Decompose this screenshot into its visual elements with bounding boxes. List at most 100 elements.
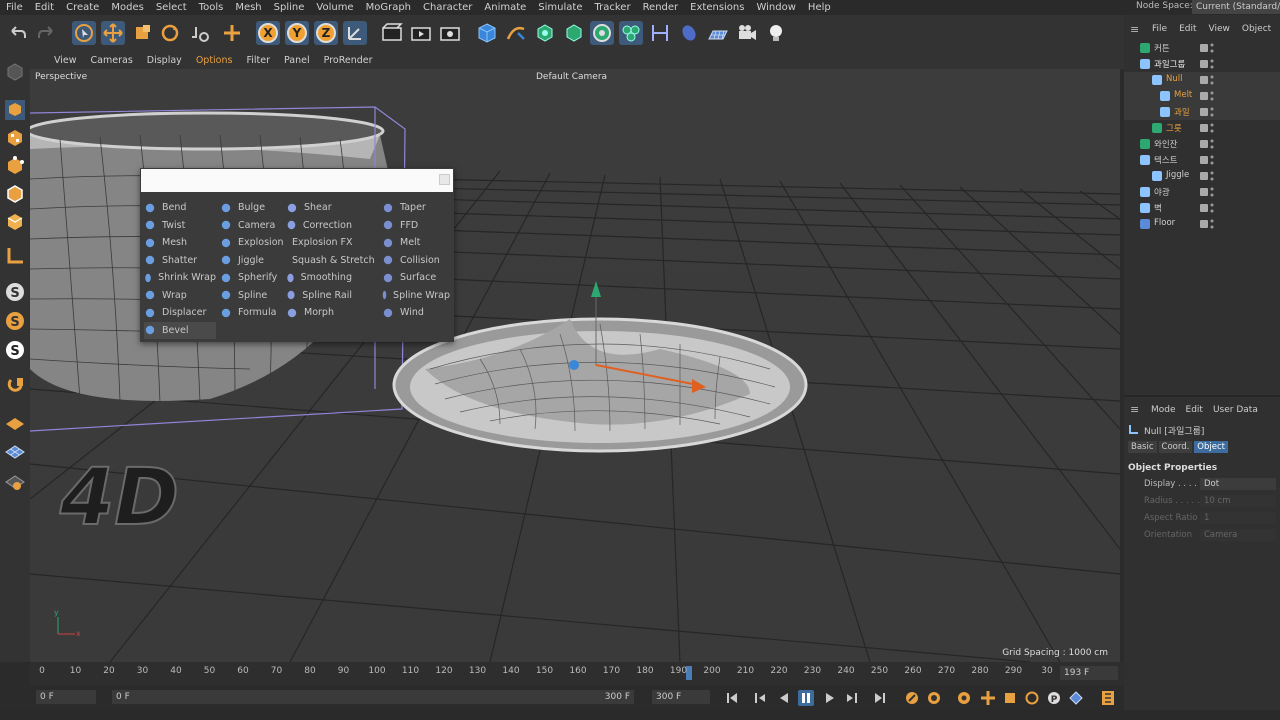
key-pla-icon[interactable] <box>1068 690 1084 706</box>
object-row[interactable]: 과일그룹 <box>1124 56 1280 72</box>
deformer-taper[interactable]: Taper <box>382 199 450 216</box>
tab-object[interactable]: Object <box>1194 441 1228 453</box>
deformer-formula[interactable]: Formula <box>220 304 286 321</box>
end-frame-field[interactable]: 300 F <box>652 690 710 704</box>
texture-mode-icon[interactable] <box>3 126 27 150</box>
deformer-twist[interactable]: Twist <box>144 217 216 234</box>
z-axis-lock-icon[interactable]: Z <box>314 21 338 45</box>
deformer-bevel[interactable]: Bevel <box>144 321 216 339</box>
tab-coord[interactable]: Coord. <box>1158 441 1193 453</box>
object-row[interactable]: Melt <box>1124 88 1280 104</box>
deformer-explosion-fx[interactable]: Explosion FX <box>286 234 353 251</box>
go-to-start-icon[interactable] <box>724 690 740 706</box>
active-camera-label[interactable]: Default Camera <box>536 72 607 82</box>
undo-icon[interactable] <box>6 21 30 45</box>
deformer-icon[interactable] <box>648 21 672 45</box>
attribute-menu-edit[interactable]: Edit <box>1181 405 1208 415</box>
object-row[interactable]: 커튼 <box>1124 40 1280 56</box>
x-axis-lock-icon[interactable]: X <box>256 21 280 45</box>
floor-environment-icon[interactable] <box>706 21 730 45</box>
deformer-spline[interactable]: Spline <box>220 287 286 304</box>
add-tool-icon[interactable] <box>220 21 244 45</box>
object-layer-checkbox[interactable] <box>1200 76 1208 84</box>
visibility-dots-icon[interactable] <box>1210 138 1214 150</box>
menu-mesh[interactable]: Mesh <box>229 2 267 13</box>
visibility-dots-icon[interactable] <box>1210 122 1214 134</box>
current-frame-field[interactable]: 193 F <box>1060 666 1118 680</box>
node-space-dropdown[interactable]: Current (Standard/P <box>1192 0 1280 14</box>
object-layer-checkbox[interactable] <box>1200 60 1208 68</box>
viewport-menu-options[interactable]: Options <box>189 55 240 66</box>
make-editable-icon[interactable] <box>3 60 27 84</box>
snap-settings-icon[interactable]: S <box>3 309 27 333</box>
menu-animate[interactable]: Animate <box>478 2 532 13</box>
property-aspect-ratio-value[interactable]: 1 <box>1200 512 1276 524</box>
deformer-bend[interactable]: Bend <box>144 199 216 216</box>
menu-tools[interactable]: Tools <box>193 2 230 13</box>
viewport-menu-cameras[interactable]: Cameras <box>84 55 140 66</box>
visibility-dots-icon[interactable] <box>1210 186 1214 198</box>
uv-mode-icon[interactable] <box>3 244 27 268</box>
menu-spline[interactable]: Spline <box>268 2 311 13</box>
recent-tool-icon[interactable] <box>188 21 212 45</box>
hamburger-icon[interactable]: ≡ <box>1130 23 1142 36</box>
key-parameter-icon[interactable]: P <box>1046 690 1062 706</box>
visibility-dots-icon[interactable] <box>1210 90 1214 102</box>
subdivision-surface-icon[interactable] <box>533 21 557 45</box>
previous-key-icon[interactable] <box>752 690 768 706</box>
menu-help[interactable]: Help <box>802 2 837 13</box>
object-layer-checkbox[interactable] <box>1200 44 1208 52</box>
menu-create[interactable]: Create <box>60 2 105 13</box>
deformer-collision[interactable]: Collision <box>382 252 450 269</box>
mograph-effector-icon[interactable] <box>619 21 643 45</box>
viewport-menu-panel[interactable]: Panel <box>277 55 317 66</box>
object-menu-file[interactable]: File <box>1146 24 1173 34</box>
quantize-icon[interactable]: S <box>3 338 27 362</box>
deformer-smoothing[interactable]: Smoothing <box>286 269 352 286</box>
scene-canvas[interactable]: 4D y x <box>30 69 1120 662</box>
menu-modes[interactable]: Modes <box>105 2 149 13</box>
viewport-menu-display[interactable]: Display <box>140 55 189 66</box>
polygons-mode-icon[interactable] <box>3 210 27 234</box>
deformer-bulge[interactable]: Bulge <box>220 199 286 216</box>
menu-select[interactable]: Select <box>150 2 193 13</box>
deformer-ffd[interactable]: FFD <box>382 217 450 234</box>
scale-tool-icon[interactable] <box>130 21 154 45</box>
previous-frame-icon[interactable] <box>776 690 792 706</box>
autokey-icon[interactable] <box>926 690 942 706</box>
visibility-dots-icon[interactable] <box>1210 218 1214 230</box>
menu-character[interactable]: Character <box>417 2 478 13</box>
record-keys-icon[interactable] <box>904 690 920 706</box>
locked-workplane-icon[interactable] <box>3 374 27 398</box>
workplane-icon[interactable] <box>3 410 27 434</box>
property-radius-value[interactable]: 10 cm <box>1200 495 1276 507</box>
object-layer-checkbox[interactable] <box>1200 220 1208 228</box>
menu-simulate[interactable]: Simulate <box>532 2 588 13</box>
menu-render[interactable]: Render <box>637 2 685 13</box>
deformer-melt[interactable]: Melt <box>382 234 450 251</box>
object-layer-checkbox[interactable] <box>1200 140 1208 148</box>
hamburger-icon[interactable]: ≡ <box>1130 403 1142 416</box>
deformer-explosion[interactable]: Explosion <box>220 234 286 251</box>
object-menu-object[interactable]: Object <box>1236 24 1277 34</box>
viewport-menu-view[interactable]: View <box>30 55 84 66</box>
deformer-displacer[interactable]: Displacer <box>144 304 216 321</box>
visibility-dots-icon[interactable] <box>1210 42 1214 54</box>
render-picture-viewer-icon[interactable] <box>409 21 433 45</box>
menu-tracker[interactable]: Tracker <box>588 2 636 13</box>
visibility-dots-icon[interactable] <box>1210 74 1214 86</box>
visibility-dots-icon[interactable] <box>1210 154 1214 166</box>
object-layer-checkbox[interactable] <box>1200 92 1208 100</box>
start-frame-field[interactable]: 0 F <box>36 690 96 704</box>
next-key-icon[interactable] <box>844 690 860 706</box>
deformer-morph[interactable]: Morph <box>286 304 352 321</box>
deformer-spline-wrap[interactable]: Spline Wrap <box>382 287 450 304</box>
deformer-camera[interactable]: Camera <box>220 217 286 234</box>
camera-icon[interactable] <box>735 21 759 45</box>
deformer-squash-stretch[interactable]: Squash & Stretch <box>286 252 375 269</box>
object-layer-checkbox[interactable] <box>1200 172 1208 180</box>
deformer-jiggle[interactable]: Jiggle <box>220 252 286 269</box>
attribute-menu-user-data[interactable]: User Data <box>1208 405 1263 415</box>
object-row[interactable]: Null <box>1124 72 1280 88</box>
popup-search-field[interactable] <box>141 169 453 192</box>
